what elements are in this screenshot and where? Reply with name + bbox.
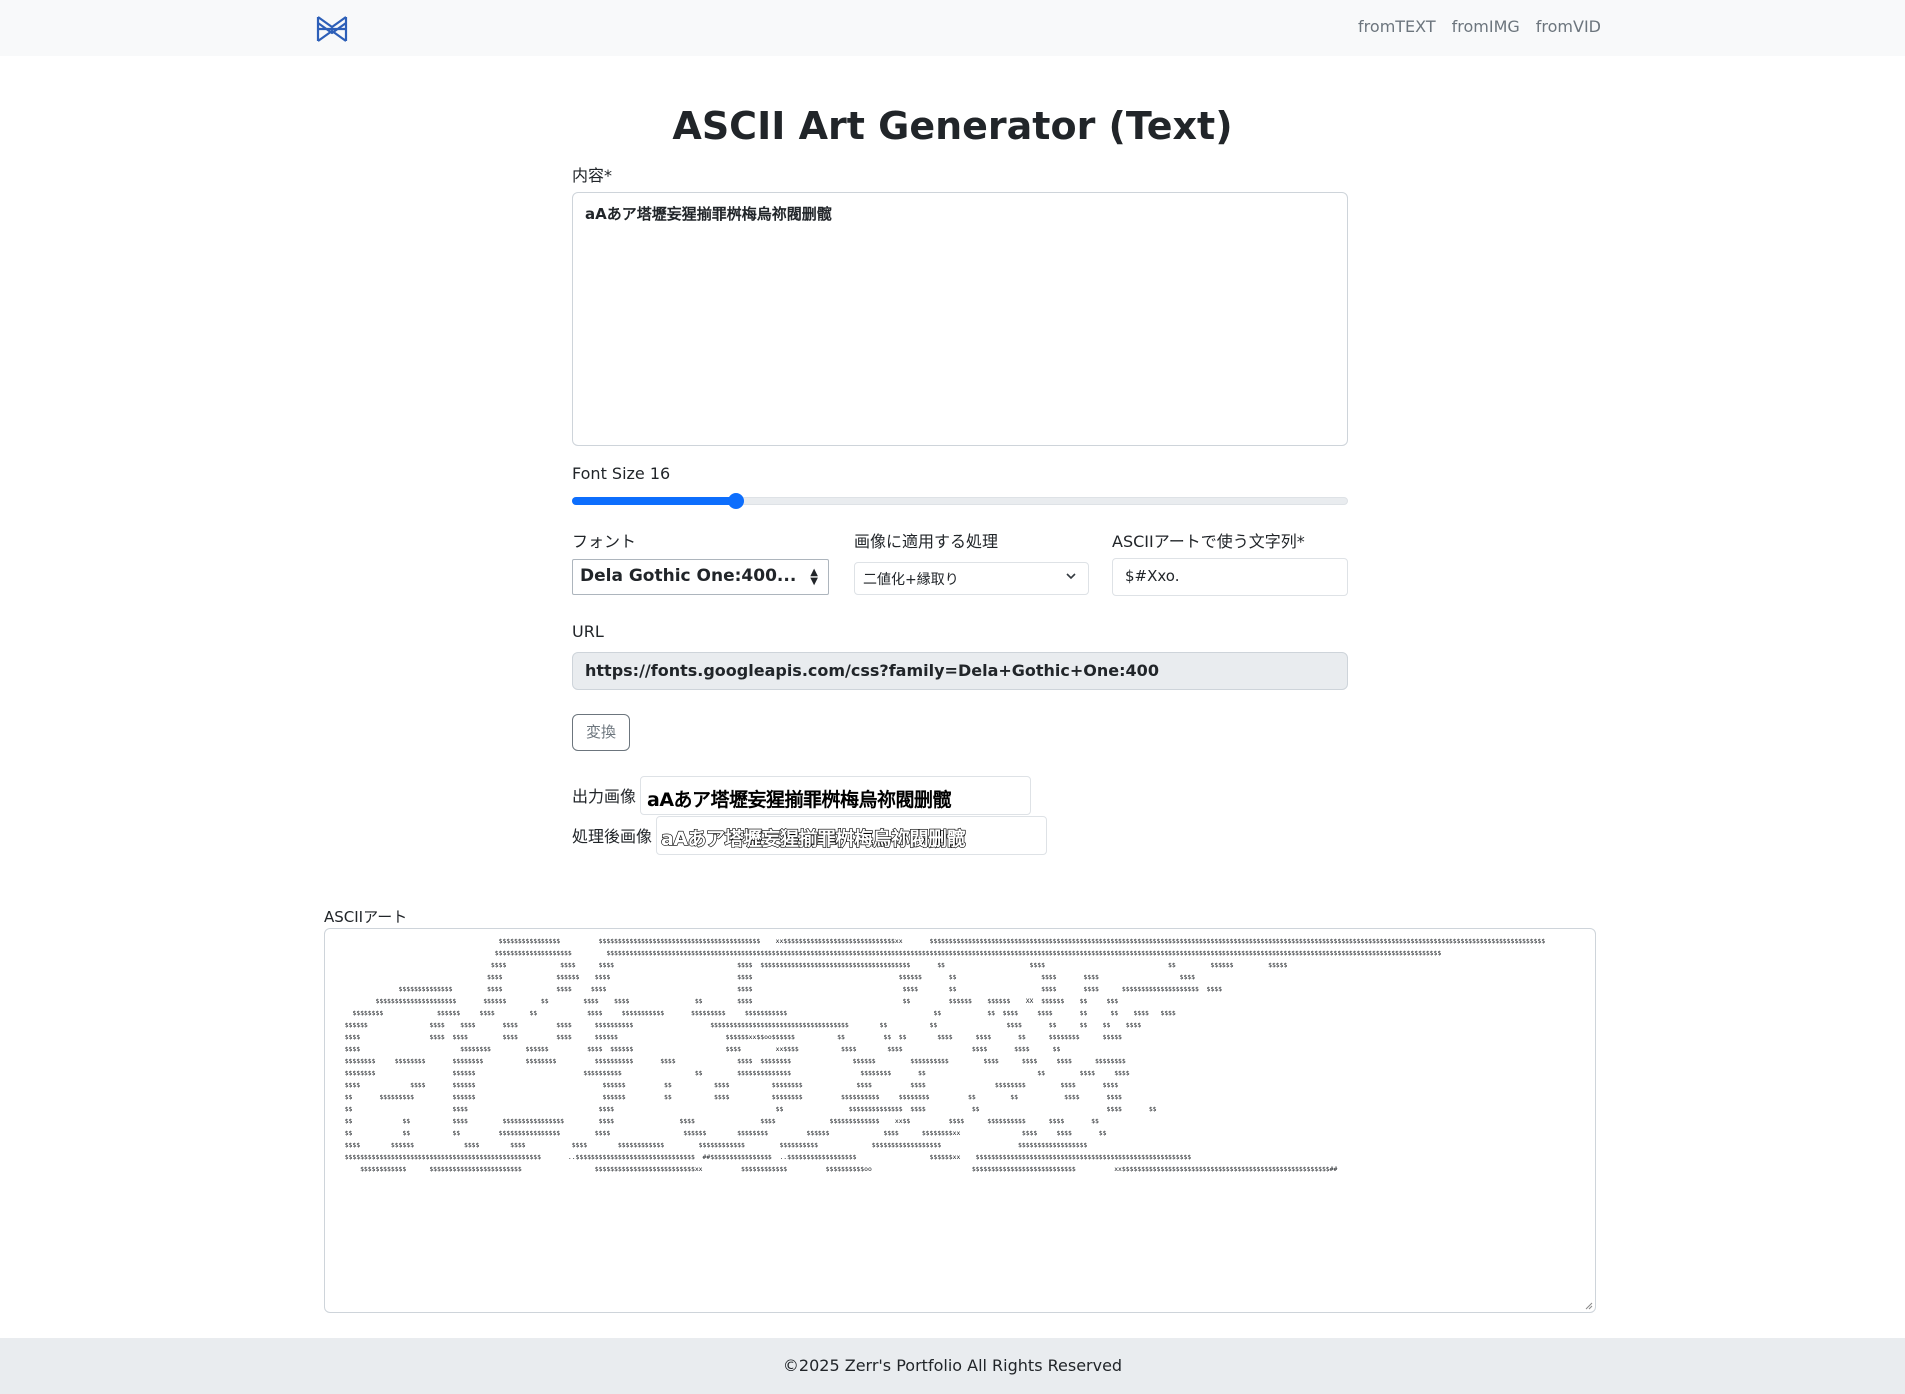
font-size-slider[interactable] <box>572 493 1348 509</box>
nav-link-fromvid[interactable]: fromVID <box>1536 17 1601 36</box>
convert-button[interactable]: 変換 <box>572 714 630 751</box>
ascii-art-textarea[interactable]: $$$$$$$$$$$$$$$$ $$$$$$$$$$$$$$$$$$$$$$$… <box>324 928 1596 1313</box>
processed-image-text: aAあア塔壢妄猩揃罪桝梅烏祢閥删髋 <box>660 827 966 850</box>
slider-thumb[interactable] <box>728 493 744 509</box>
content-textarea[interactable]: aAあア塔壢妄猩揃罪桝梅烏祢閥删髋 <box>572 192 1348 446</box>
footer-copyright: ©2025 Zerr's Portfolio All Rights Reserv… <box>782 1356 1123 1375</box>
output-image-label: 出力画像 <box>572 787 637 806</box>
page-title: ASCII Art Generator (Text) <box>672 104 1233 148</box>
font-size-label: Font Size 16 <box>572 464 671 483</box>
updown-arrows-icon: ▲ ▼ <box>810 567 818 587</box>
processing-select-value: 二値化+縁取り <box>863 572 959 588</box>
font-select-value: Dela Gothic One:400... <box>580 566 797 586</box>
url-field[interactable]: https://fonts.googleapis.com/css?family=… <box>572 652 1348 690</box>
url-label: URL <box>572 622 604 641</box>
font-select[interactable]: Dela Gothic One:400... ▲ ▼ <box>572 559 829 595</box>
slider-fill <box>572 497 736 505</box>
nav-link-fromimg[interactable]: fromIMG <box>1452 17 1520 36</box>
content-label: 内容* <box>572 166 613 185</box>
nav-link-fromtext[interactable]: fromTEXT <box>1358 17 1436 36</box>
logo-icon[interactable] <box>316 13 348 45</box>
output-image-text: aAあア塔壢妄猩揃罪桝梅烏祢閥删髋 <box>647 789 952 811</box>
chars-label: ASCIIアートで使う文字列* <box>1112 532 1305 551</box>
processed-image: aAあア塔壢妄猩揃罪桝梅烏祢閥删髋 <box>656 816 1047 855</box>
chars-input[interactable]: $#Xxo. <box>1112 558 1348 596</box>
ascii-label: ASCIIアート <box>324 908 408 926</box>
processing-label: 画像に適用する処理 <box>854 532 999 551</box>
resize-grip-icon[interactable] <box>1585 1302 1593 1310</box>
navbar: fromTEXT fromIMG fromVID <box>0 0 1905 56</box>
nav-links: fromTEXT fromIMG fromVID <box>1358 17 1601 36</box>
ascii-art-content: $$$$$$$$$$$$$$$$ $$$$$$$$$$$$$$$$$$$$$$$… <box>344 937 1546 1173</box>
footer: ©2025 Zerr's Portfolio All Rights Reserv… <box>0 1338 1905 1394</box>
font-label: フォント <box>572 532 637 551</box>
processing-select[interactable]: 二値化+縁取り <box>854 562 1089 595</box>
chevron-down-icon <box>1066 573 1076 580</box>
output-image: aAあア塔壢妄猩揃罪桝梅烏祢閥删髋 <box>640 776 1031 815</box>
processed-image-label: 処理後画像 <box>572 827 653 846</box>
